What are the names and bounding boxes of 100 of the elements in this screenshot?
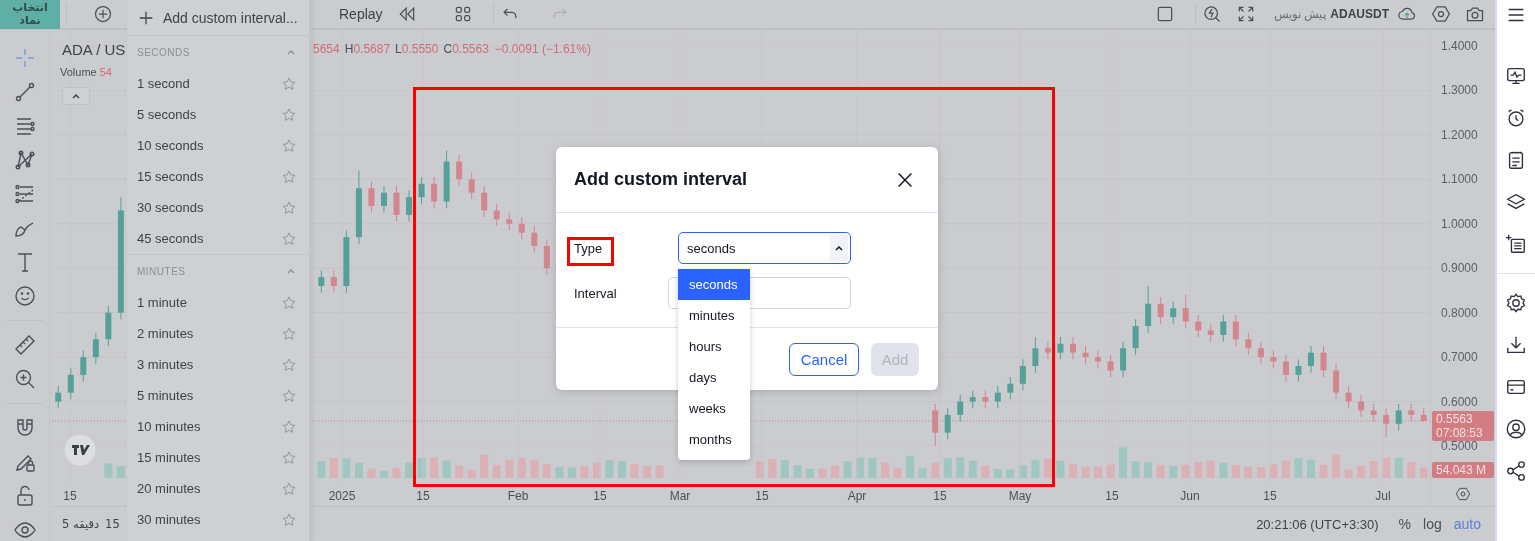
interval-item[interactable]: 15 seconds [137, 169, 204, 184]
interval-item[interactable]: 15 minutes [137, 450, 201, 465]
dialog-title: Add custom interval [574, 169, 748, 190]
candle [1195, 314, 1202, 338]
hexagon-settings-icon[interactable] [1455, 486, 1471, 502]
star-icon[interactable] [281, 137, 297, 154]
type-option[interactable]: seconds [678, 269, 750, 300]
interval-item[interactable]: 10 seconds [137, 138, 204, 153]
bar-countdown: 07:08:53 [1436, 426, 1484, 440]
time-tick: 15 [755, 489, 769, 503]
interval-item[interactable]: 3 minutes [137, 357, 194, 372]
price-tick: 0.5000 [1441, 439, 1478, 453]
interval-label: Interval [574, 285, 618, 301]
interval-item[interactable]: 30 seconds [137, 200, 204, 215]
add-custom-interval-button[interactable]: Add custom interval... [127, 0, 309, 36]
type-option[interactable]: weeks [678, 393, 750, 424]
interval-item[interactable]: 1 minute [137, 295, 187, 310]
ohlc-label: H [344, 42, 354, 56]
star-icon[interactable] [281, 168, 297, 185]
type-option[interactable]: months [678, 424, 750, 455]
star-icon[interactable] [281, 199, 297, 216]
candle [368, 181, 375, 214]
candle [1370, 403, 1377, 423]
add-list-icon[interactable] [1505, 233, 1527, 255]
interval-item[interactable]: 45 seconds [137, 231, 204, 246]
star-icon[interactable] [281, 387, 297, 404]
share-icon[interactable] [1505, 460, 1527, 482]
star-icon[interactable] [281, 418, 297, 435]
clock: 20:21:06 (UTC+3:30) [1256, 516, 1379, 532]
hexagon-settings-icon[interactable] [1431, 4, 1451, 24]
type-select[interactable]: seconds [678, 232, 851, 264]
candle [318, 269, 325, 294]
candle [1358, 394, 1365, 418]
interval-item[interactable]: 20 minutes [137, 481, 201, 496]
interval-button[interactable]: 15 [105, 517, 120, 531]
cancel-button[interactable]: Cancel [789, 342, 859, 376]
interval-item[interactable]: 5 minutes [137, 388, 194, 403]
star-icon[interactable] [281, 480, 297, 497]
last-price: 0.5563 [1436, 412, 1474, 426]
interval-item[interactable]: 30 minutes [137, 512, 201, 527]
star-icon[interactable] [281, 356, 297, 373]
candle [982, 389, 989, 409]
candle [493, 203, 500, 227]
settings-icon[interactable] [1505, 292, 1527, 314]
monitor-icon[interactable] [1505, 65, 1527, 87]
volume-label: Volume [60, 66, 97, 78]
candle [531, 225, 538, 254]
type-option[interactable]: days [678, 362, 750, 393]
interval-item[interactable]: 5 seconds [137, 107, 197, 122]
candle [1308, 345, 1314, 374]
candle [1220, 314, 1227, 343]
add-circle-icon[interactable] [93, 4, 113, 24]
candle [418, 176, 425, 205]
user-icon[interactable] [1505, 418, 1527, 440]
interval-item[interactable]: 10 minutes [137, 419, 201, 434]
candle [1270, 349, 1277, 369]
chart-logo-icon [64, 434, 96, 466]
star-icon[interactable] [281, 294, 297, 311]
candle [1345, 385, 1352, 409]
fullscreen-icon[interactable] [1236, 4, 1256, 24]
candle [1132, 318, 1139, 356]
candle [80, 349, 87, 383]
interval-item[interactable]: 1 second [137, 76, 190, 91]
candle [1182, 294, 1189, 329]
interval-item[interactable]: 2 minutes [137, 326, 194, 341]
candle [1257, 341, 1264, 365]
section-title: MINUTES [137, 265, 186, 277]
lightning-search-icon[interactable] [1202, 4, 1222, 24]
price-tick: 1.0000 [1441, 216, 1478, 231]
candle [443, 149, 450, 209]
scale-mode-button[interactable]: % [1392, 516, 1418, 532]
price-tick: 0.6000 [1441, 394, 1478, 409]
symbol-search-button[interactable]: انتخاب نماد [0, 0, 60, 29]
time-tick: 15 [1105, 489, 1119, 503]
star-icon[interactable] [281, 449, 297, 466]
candle [1120, 341, 1127, 378]
time-tick: Apr [847, 489, 867, 503]
smiley-icon[interactable] [12, 284, 37, 308]
type-option[interactable]: minutes [678, 300, 750, 331]
time-tick: Mar [669, 489, 691, 503]
square-icon[interactable] [1155, 4, 1175, 24]
star-icon[interactable] [281, 106, 297, 123]
ohlc-value: 5654 [313, 42, 340, 56]
star-icon[interactable] [281, 511, 297, 528]
scale-mode-button[interactable]: log [1417, 516, 1448, 532]
candle [55, 385, 62, 409]
interval-button[interactable]: 5 دقیقه [62, 517, 100, 531]
replay-button[interactable]: Replay [339, 6, 383, 22]
download-icon[interactable] [1505, 334, 1527, 356]
time-tick: 15 [63, 489, 77, 503]
candle [1232, 314, 1239, 347]
star-icon[interactable] [281, 325, 297, 342]
time-tick: 15 [416, 489, 430, 503]
type-option[interactable]: hours [678, 331, 750, 362]
symbol-title: ADA / US [62, 41, 126, 58]
time-tick: Feb [507, 489, 529, 503]
star-icon[interactable] [281, 75, 297, 92]
candle [1032, 336, 1039, 374]
candle [1207, 323, 1214, 343]
star-icon[interactable] [281, 230, 297, 247]
